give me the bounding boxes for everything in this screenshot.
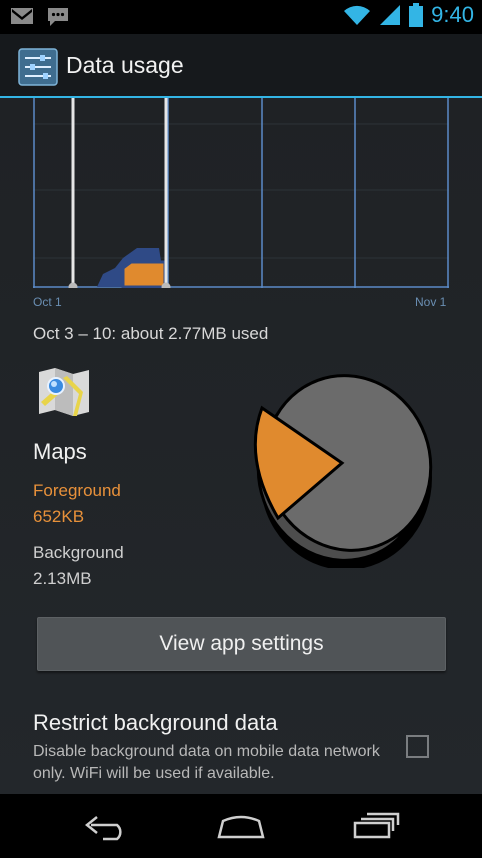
selected-usage-area — [121, 260, 167, 288]
range-start-marker[interactable] — [68, 98, 78, 288]
view-app-settings-button[interactable]: View app settings — [37, 617, 446, 671]
restrict-background-checkbox[interactable] — [406, 735, 429, 758]
page-title: Data usage — [66, 52, 184, 78]
recents-button[interactable] — [336, 804, 416, 848]
foreground-value: 652KB — [33, 507, 85, 526]
usage-summary: Oct 3 – 10: about 2.77MB used — [33, 324, 269, 343]
foreground-label: Foreground — [33, 481, 121, 500]
action-bar: Data usage — [0, 34, 482, 96]
status-bar: 9:40 — [0, 0, 482, 34]
recents-icon — [353, 812, 400, 839]
range-end-marker[interactable] — [161, 98, 171, 288]
back-button[interactable] — [66, 804, 146, 848]
background-label: Background — [33, 543, 124, 562]
chart-grid — [33, 123, 449, 259]
restrict-background-title: Restrict background data — [33, 710, 278, 735]
sms-icon — [48, 8, 68, 26]
clock: 9:40 — [431, 2, 474, 27]
home-icon — [217, 815, 265, 839]
content-area: Oct 1 Nov 1 Oct 3 – 10: about 2.77MB use… — [0, 98, 482, 794]
settings-sliders-icon[interactable] — [18, 48, 58, 86]
chart-frame — [33, 98, 449, 288]
signal-icon — [380, 5, 401, 25]
back-icon — [84, 816, 122, 841]
home-button[interactable] — [201, 804, 281, 848]
restrict-background-description: Disable background data on mobile data n… — [33, 743, 380, 782]
chart-start-label: Oct 1 — [33, 295, 62, 309]
maps-icon — [39, 368, 89, 416]
app-name: Maps — [33, 439, 87, 464]
battery-icon — [409, 3, 424, 27]
usage-pie-chart — [253, 374, 433, 568]
chart-end-label: Nov 1 — [415, 295, 447, 309]
background-value: 2.13MB — [33, 569, 92, 588]
navigation-bar — [0, 794, 482, 858]
gmail-icon — [11, 8, 33, 24]
usage-chart[interactable] — [33, 98, 449, 288]
wifi-icon — [344, 5, 371, 26]
